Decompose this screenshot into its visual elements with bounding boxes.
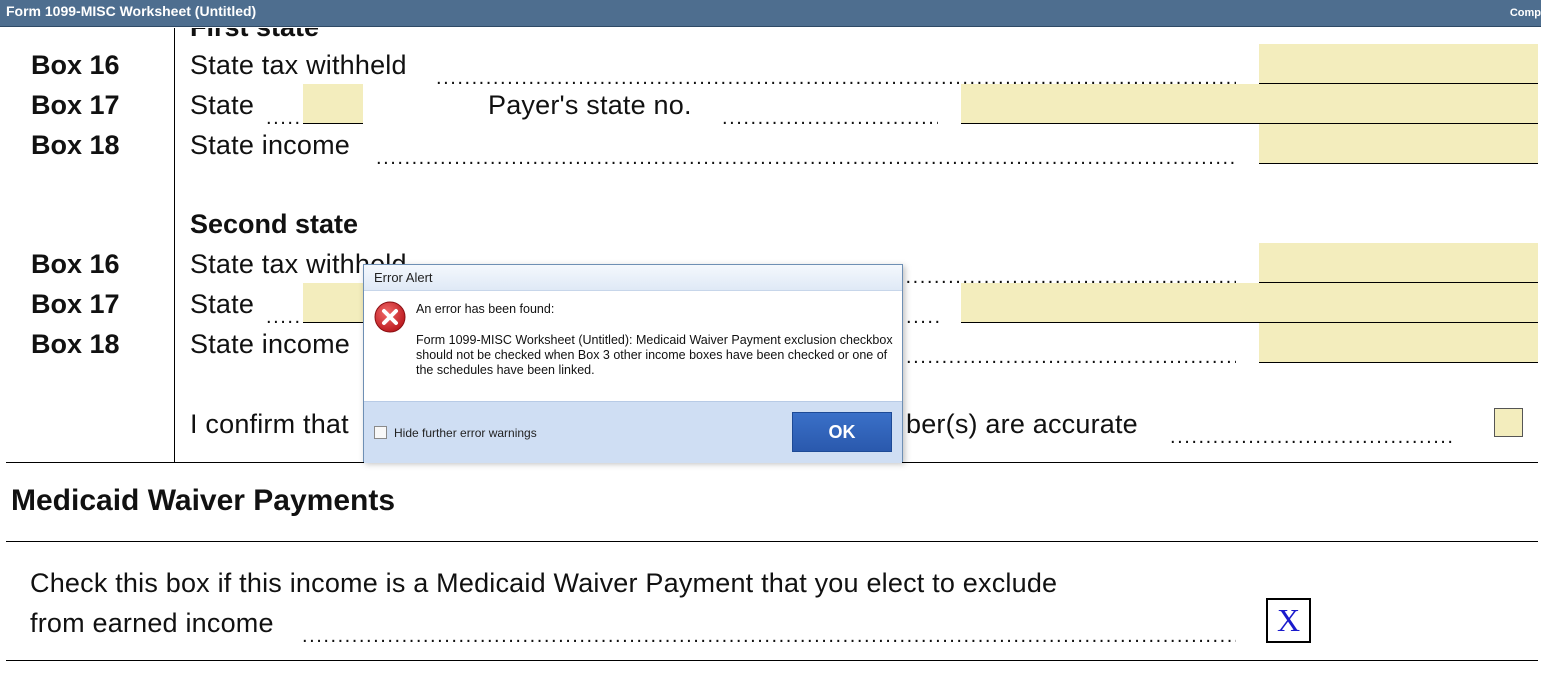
confirm-label-end: ber(s) are accurate — [906, 409, 1138, 439]
state-income-label: State income — [190, 329, 350, 359]
box16-label: Box 16 — [31, 50, 120, 80]
box16-label: Box 16 — [31, 249, 120, 279]
box-column-divider — [174, 28, 175, 463]
leader-dots — [266, 100, 302, 131]
payers-state-no-label: Payer's state no. — [488, 90, 692, 120]
dialog-title: Error Alert — [364, 265, 902, 291]
state-label: State — [190, 90, 255, 120]
error-alert-dialog: Error Alert An error has been found: For… — [363, 264, 903, 463]
leader-dots — [1170, 419, 1456, 450]
box18-label: Box 18 — [31, 130, 120, 160]
medicaid-exclusion-checkbox[interactable]: X — [1266, 598, 1311, 643]
hide-warnings-checkbox[interactable] — [374, 426, 387, 439]
leader-dots — [302, 618, 1236, 649]
leader-dots — [906, 339, 1236, 370]
divider — [6, 541, 1538, 542]
window-title: Form 1099-MISC Worksheet (Untitled) — [6, 3, 257, 19]
first-state-income-field[interactable] — [1259, 124, 1538, 164]
box18-label: Box 18 — [31, 329, 120, 359]
dialog-message: Form 1099-MISC Worksheet (Untitled): Med… — [416, 333, 893, 377]
first-state-heading: First state — [190, 28, 319, 43]
error-icon — [374, 301, 406, 333]
state-tax-withheld-label: State tax withheld — [190, 50, 407, 80]
medicaid-line-2: from earned income — [30, 608, 274, 638]
dialog-header: An error has been found: — [416, 302, 555, 316]
dialog-footer: Hide further error warnings OK — [364, 401, 902, 463]
second-state-income-field[interactable] — [1259, 323, 1538, 363]
titlebar-right-text: Comp — [1509, 7, 1541, 19]
box17-label: Box 17 — [31, 289, 120, 319]
leader-dots — [376, 140, 1236, 171]
leader-dots — [266, 299, 302, 330]
confirm-label-start: I confirm that — [190, 409, 349, 439]
second-state-heading: Second state — [190, 209, 359, 239]
medicaid-line-1: Check this box if this income is a Medic… — [30, 568, 1058, 598]
first-state-code-field[interactable] — [303, 84, 363, 124]
divider — [6, 660, 1538, 661]
ok-button[interactable]: OK — [792, 412, 892, 452]
leader-dots — [906, 299, 942, 330]
medicaid-waiver-heading: Medicaid Waiver Payments — [11, 484, 396, 517]
leader-dots — [722, 100, 938, 131]
second-state-code-field[interactable] — [303, 283, 363, 323]
second-payer-state-no-field[interactable] — [961, 283, 1538, 323]
hide-warnings-label[interactable]: Hide further error warnings — [394, 426, 537, 440]
window-titlebar: Form 1099-MISC Worksheet (Untitled) Comp — [0, 0, 1541, 27]
state-label: State — [190, 289, 255, 319]
box17-label: Box 17 — [31, 90, 120, 120]
confirm-accurate-checkbox[interactable] — [1494, 408, 1523, 437]
second-state-tax-withheld-field[interactable] — [1259, 243, 1538, 283]
state-income-label: State income — [190, 130, 350, 160]
first-payer-state-no-field[interactable] — [961, 84, 1538, 124]
first-state-tax-withheld-field[interactable] — [1259, 44, 1538, 84]
